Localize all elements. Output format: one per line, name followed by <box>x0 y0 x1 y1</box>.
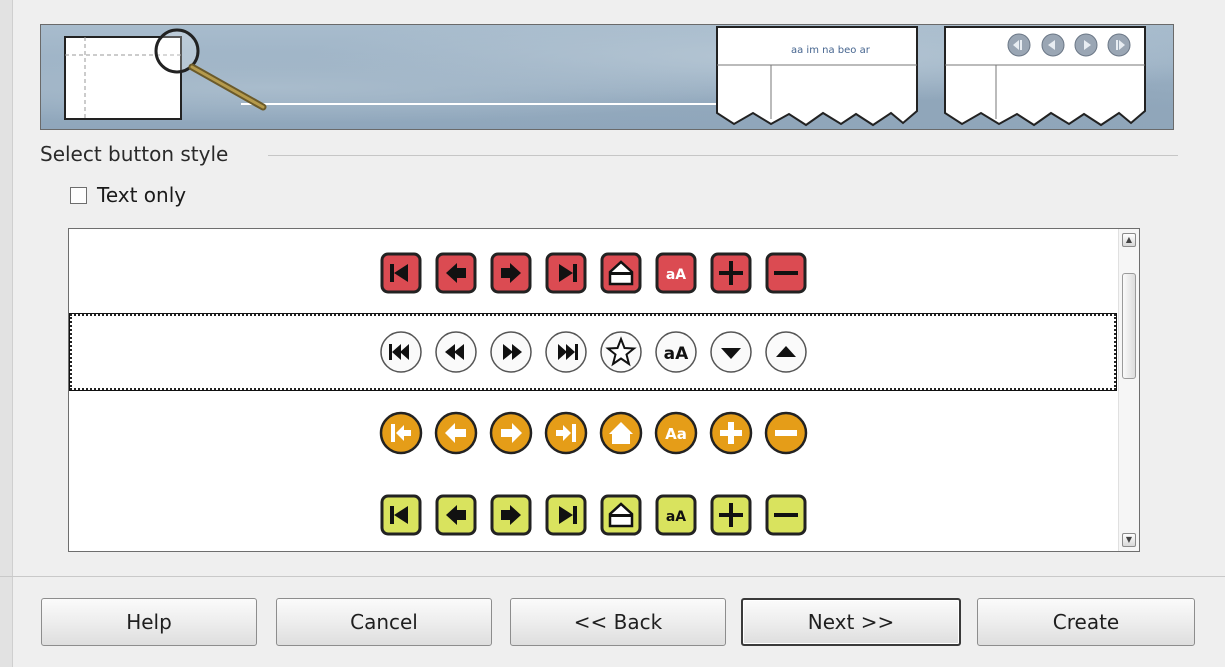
style-row-orange-round[interactable]: Aa <box>69 409 1117 457</box>
help-button[interactable]: Help <box>41 598 257 646</box>
home-icon <box>599 411 642 455</box>
text-size-icon: aA <box>654 331 697 373</box>
minus-icon <box>765 494 806 536</box>
previous-icon <box>434 411 477 455</box>
text-size-icon: Aa <box>654 411 697 455</box>
next-icon <box>489 331 532 373</box>
scroll-up-arrow-icon[interactable]: ▲ <box>1122 233 1136 247</box>
wizard-banner: aa im na beo ar <box>40 24 1174 130</box>
svg-text:aA: aA <box>665 509 685 525</box>
next-icon <box>490 494 531 536</box>
back-button[interactable]: << Back <box>510 598 726 646</box>
footer-divider <box>0 576 1225 577</box>
text-only-checkbox[interactable] <box>70 186 87 204</box>
window-edge <box>0 0 13 667</box>
plus-icon <box>710 494 751 536</box>
style-row-red-square[interactable]: aA <box>69 249 1117 297</box>
svg-text:Aa: Aa <box>665 425 687 443</box>
text-size-icon: aA <box>655 494 696 536</box>
cancel-button[interactable]: Cancel <box>276 598 492 646</box>
scroll-down-arrow-icon[interactable]: ▼ <box>1122 533 1136 547</box>
last-icon <box>545 494 586 536</box>
create-button[interactable]: Create <box>977 598 1195 646</box>
home-icon <box>600 494 641 536</box>
next-icon <box>489 411 532 455</box>
next-button[interactable]: Next >> <box>741 598 961 646</box>
banner-illustration: aa im na beo ar <box>64 26 1146 127</box>
plus-icon <box>710 252 751 294</box>
last-icon <box>544 331 587 373</box>
last-icon <box>545 252 586 294</box>
star-icon <box>599 331 642 373</box>
text-size-icon: aA <box>655 252 696 294</box>
list-scrollbar[interactable]: ▲ ▼ <box>1118 229 1139 551</box>
section-title: Select button style <box>40 142 229 166</box>
up-icon <box>764 331 807 373</box>
previous-icon <box>434 331 477 373</box>
text-only-label[interactable]: Text only <box>97 183 186 207</box>
style-row-grey-round[interactable]: aA <box>69 313 1117 391</box>
plus-icon <box>709 411 752 455</box>
minus-icon <box>764 411 807 455</box>
text-only-option[interactable]: Text only <box>70 183 186 207</box>
down-icon <box>709 331 752 373</box>
last-icon <box>544 411 587 455</box>
svg-text:aA: aA <box>663 344 688 364</box>
next-icon <box>490 252 531 294</box>
first-icon <box>379 331 422 373</box>
first-icon <box>379 411 422 455</box>
first-icon <box>380 494 421 536</box>
style-row-yellow-square[interactable]: aA <box>69 491 1117 539</box>
svg-text:aA: aA <box>665 267 685 283</box>
previous-icon <box>435 252 476 294</box>
section-divider <box>268 155 1178 156</box>
banner-nav-text: aa im na beo ar <box>791 45 871 56</box>
first-icon <box>380 252 421 294</box>
previous-icon <box>435 494 476 536</box>
button-style-list[interactable]: aA aA Aa aA ▲ ▼ <box>68 228 1140 552</box>
minus-icon <box>765 252 806 294</box>
scroll-thumb[interactable] <box>1122 273 1136 379</box>
home-icon <box>600 252 641 294</box>
